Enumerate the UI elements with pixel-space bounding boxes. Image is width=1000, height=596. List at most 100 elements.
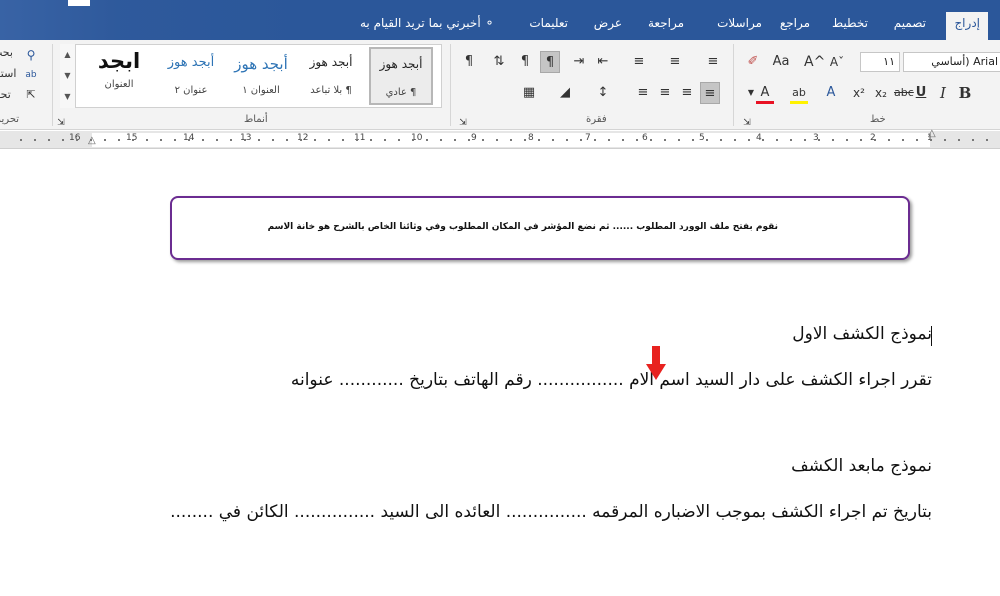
ruler-tick bbox=[48, 139, 50, 141]
red-arrow-down-icon bbox=[646, 346, 666, 380]
tab-help[interactable]: تعليمات bbox=[529, 16, 568, 30]
font-name-combo[interactable]: Arial (أساسي bbox=[903, 52, 1000, 72]
right-indent-marker-icon[interactable]: △ bbox=[928, 128, 936, 139]
ruler-number: 14 bbox=[183, 133, 195, 143]
superscript-button[interactable]: x² bbox=[850, 82, 868, 104]
replace-button[interactable]: استب bbox=[0, 67, 16, 80]
bullets-icon[interactable]: ≡ bbox=[704, 51, 722, 73]
show-marks-button[interactable]: ¶ bbox=[460, 51, 478, 73]
style-name: العنوان ١ bbox=[242, 85, 280, 96]
style-heading-1[interactable]: أبجد هوز العنوان ١ bbox=[229, 47, 293, 105]
more-styles-icon[interactable]: ▼ bbox=[60, 86, 75, 107]
search-icon[interactable]: ⚲ bbox=[22, 44, 40, 66]
doc-line-4: بتاريخ تم اجراء الكشف بموجب الاضباره الم… bbox=[170, 502, 932, 522]
highlight-button[interactable]: ab bbox=[790, 82, 808, 104]
chevron-down-icon[interactable]: ▼ bbox=[742, 82, 760, 104]
tab-design[interactable]: تصميم bbox=[894, 16, 926, 30]
rtl-direction-icon[interactable]: ¶ bbox=[540, 51, 560, 73]
numbering-icon[interactable]: ≡ bbox=[666, 51, 684, 73]
ribbon-tab-bar: إدراج تصميم تخطيط مراجع مراسلات مراجعة ع… bbox=[0, 0, 1000, 40]
style-normal[interactable]: أبجد هوز ¶ عادي bbox=[369, 47, 433, 105]
ruler-tick bbox=[202, 139, 204, 141]
replace-icon[interactable]: ab bbox=[22, 64, 40, 86]
ruler-number: 2 bbox=[870, 133, 876, 143]
ruler-tick bbox=[510, 139, 512, 141]
ruler-tick bbox=[118, 139, 120, 141]
decrease-indent-icon[interactable]: ⇤ bbox=[594, 51, 612, 73]
clear-formatting-icon[interactable]: ✐ bbox=[744, 51, 762, 73]
shading-icon[interactable]: ◢ bbox=[556, 82, 574, 104]
style-name: ¶ بلا تباعد bbox=[310, 85, 352, 96]
tab-review[interactable]: مراجعة bbox=[648, 16, 684, 30]
ruler-tick bbox=[846, 139, 848, 141]
paragraph-group-label: فقرة bbox=[586, 114, 607, 125]
ruler-tick bbox=[356, 139, 358, 141]
underline-button[interactable]: U bbox=[912, 82, 930, 104]
group-separator bbox=[733, 44, 734, 126]
justify-icon[interactable]: ≡ bbox=[634, 82, 652, 104]
line-spacing-icon[interactable]: ↕ bbox=[594, 82, 612, 104]
increase-indent-icon[interactable]: ⇥ bbox=[570, 51, 588, 73]
sort-icon[interactable]: ⇅ bbox=[490, 51, 508, 73]
instruction-callout: نقوم بفتح ملف الوورد المطلوب ...... ثم ن… bbox=[170, 196, 910, 260]
style-name: ¶ عادي bbox=[385, 87, 417, 98]
select-button[interactable]: تحديد bbox=[0, 88, 11, 101]
scroll-up-icon[interactable]: ▲ bbox=[60, 44, 75, 65]
ltr-direction-icon[interactable]: ¶ bbox=[516, 51, 534, 73]
ruler-number: 5 bbox=[699, 133, 705, 143]
ruler-tick bbox=[706, 139, 708, 141]
align-left-icon[interactable]: ≡ bbox=[656, 82, 674, 104]
ruler-tick bbox=[468, 139, 470, 141]
text-effects-button[interactable]: A bbox=[822, 82, 840, 104]
font-size-combo[interactable]: ١١ bbox=[860, 52, 900, 72]
ruler-number: 8 bbox=[528, 133, 534, 143]
shrink-font-button[interactable]: Aˇ bbox=[828, 51, 846, 73]
italic-button[interactable]: I bbox=[934, 82, 952, 104]
change-case-button[interactable]: Aa bbox=[772, 51, 790, 73]
scroll-down-icon[interactable]: ▼ bbox=[60, 65, 75, 86]
ruler-tick bbox=[496, 139, 498, 141]
ruler-tick bbox=[874, 139, 876, 141]
style-no-spacing[interactable]: أبجد هوز ¶ بلا تباعد bbox=[299, 47, 363, 105]
ruler-tick bbox=[132, 139, 134, 141]
align-right-icon[interactable]: ≡ bbox=[700, 82, 720, 104]
align-center-icon[interactable]: ≡ bbox=[678, 82, 696, 104]
tab-layout[interactable]: تخطيط bbox=[832, 16, 868, 30]
ruler-tick bbox=[62, 139, 64, 141]
ruler-number: 15 bbox=[126, 133, 138, 143]
ruler-tick bbox=[342, 139, 344, 141]
ruler-number: 16 bbox=[69, 133, 81, 143]
ruler-tick bbox=[776, 139, 778, 141]
ruler-tick bbox=[300, 139, 302, 141]
subscript-button[interactable]: x₂ bbox=[872, 82, 890, 104]
ruler-tick bbox=[188, 139, 190, 141]
ruler-tick bbox=[734, 139, 736, 141]
ruler-tick bbox=[986, 139, 988, 141]
bold-button[interactable]: B bbox=[956, 82, 974, 104]
tab-view[interactable]: عرض bbox=[594, 16, 622, 30]
editing-group-label: تحرير bbox=[0, 114, 20, 125]
ruler-tick bbox=[678, 139, 680, 141]
tab-references[interactable]: مراجع bbox=[780, 16, 810, 30]
ruler-tick bbox=[622, 139, 624, 141]
ribbon: Arial (أساسي ١١ Aˇ A^ Aa ✐ B I U abc x₂ … bbox=[0, 40, 1000, 130]
ruler-tick bbox=[34, 139, 36, 141]
doc-line-2: تقرر اجراء الكشف على دار السيد اسم الام … bbox=[290, 370, 932, 390]
strikethrough-button[interactable]: abc bbox=[894, 82, 914, 104]
tab-insert[interactable]: إدراج bbox=[946, 12, 988, 40]
grow-font-button[interactable]: A^ bbox=[804, 51, 825, 73]
ruler-tick bbox=[888, 139, 890, 141]
borders-icon[interactable]: ▦ bbox=[520, 82, 538, 104]
multilevel-list-icon[interactable]: ≡ bbox=[630, 51, 648, 73]
find-button[interactable]: بحث bbox=[0, 46, 13, 59]
document-page[interactable]: نقوم بفتح ملف الوورد المطلوب ...... ثم ن… bbox=[0, 150, 1000, 596]
tab-mailings[interactable]: مراسلات bbox=[717, 16, 762, 30]
style-heading-2[interactable]: أبجد هوز عنوان ٢ bbox=[159, 47, 223, 105]
tell-me-search[interactable]: ⚬ أخبرني بما تريد القيام به bbox=[360, 16, 495, 30]
ruler-tick bbox=[440, 139, 442, 141]
select-icon[interactable]: ⇱ bbox=[22, 84, 40, 106]
horizontal-ruler[interactable]: 1 2 3 4 5 6 7 8 9 10 11 12 13 14 15 16 △… bbox=[0, 128, 1000, 149]
ruler-tick bbox=[958, 139, 960, 141]
style-title[interactable]: ابجد العنوان bbox=[83, 47, 155, 105]
ruler-tick bbox=[916, 139, 918, 141]
